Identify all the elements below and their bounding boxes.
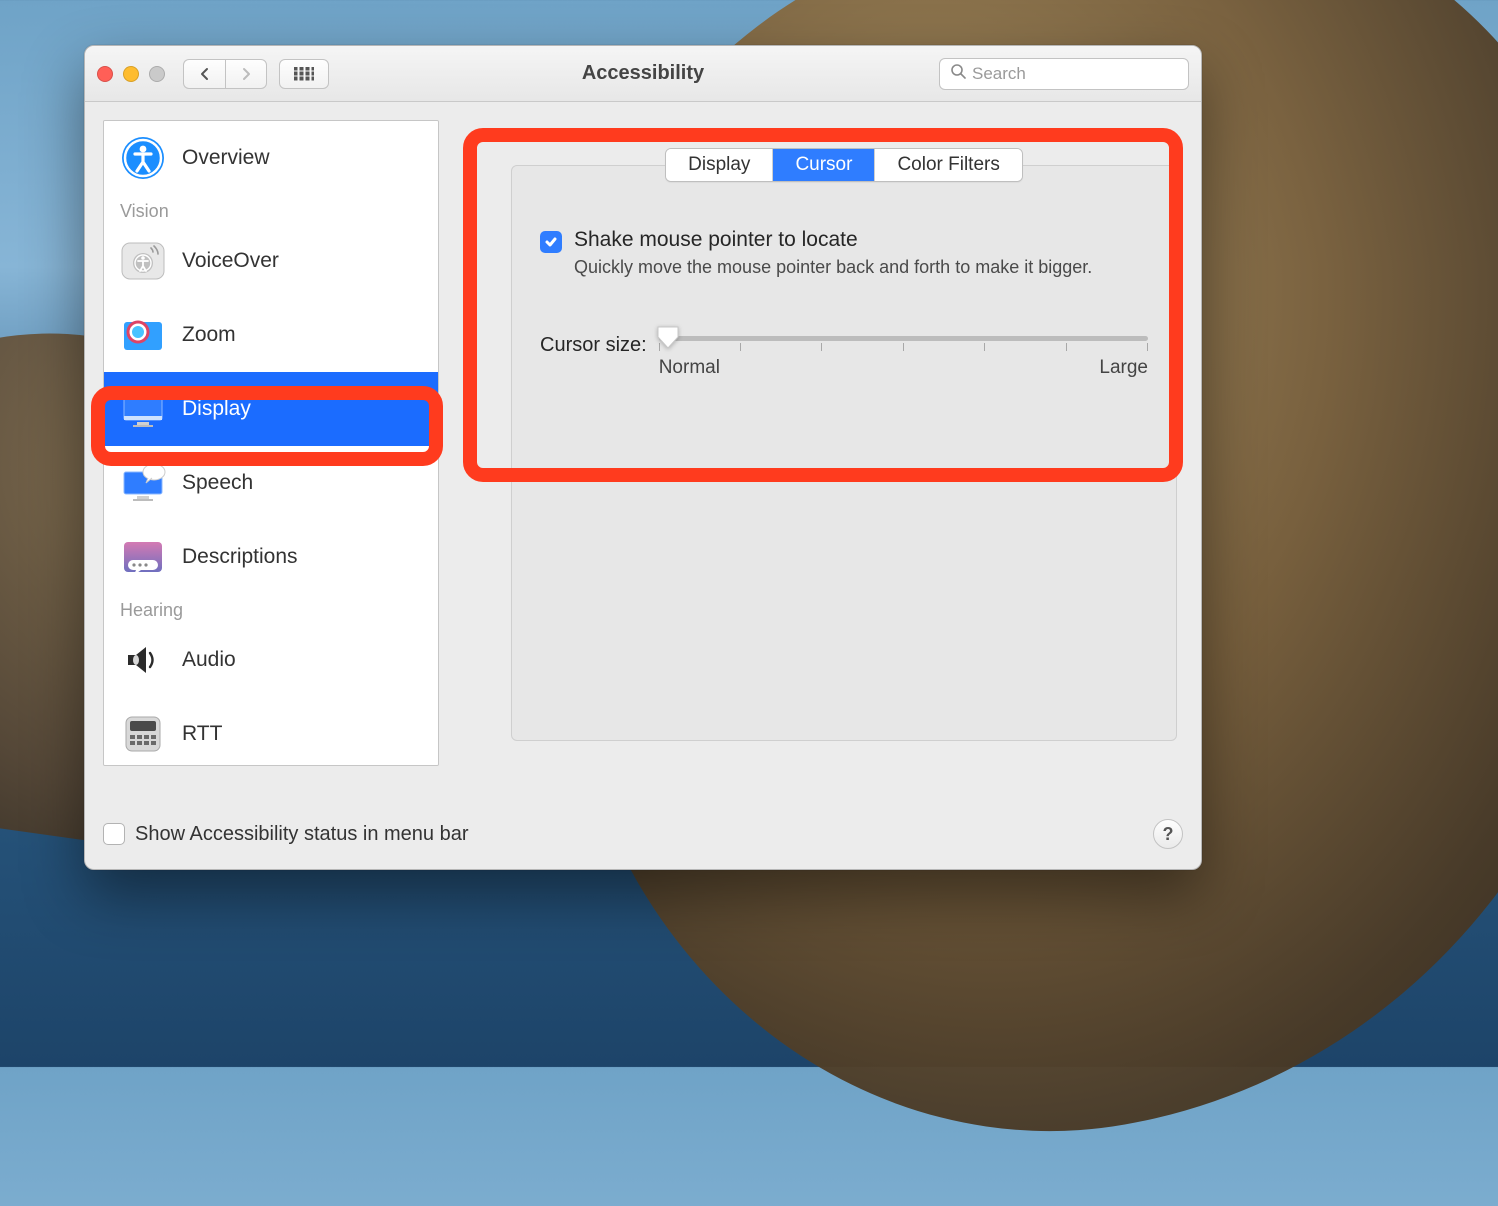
slider-track <box>659 336 1148 341</box>
tab-cursor[interactable]: Cursor <box>773 149 875 181</box>
overview-icon <box>120 135 166 181</box>
forward-button[interactable] <box>225 59 267 89</box>
tab-color-filters[interactable]: Color Filters <box>875 149 1021 181</box>
zoom-icon <box>120 312 166 358</box>
shake-pointer-setting: Shake mouse pointer to locate Quickly mo… <box>540 228 1148 279</box>
status-menubar-label: Show Accessibility status in menu bar <box>135 823 469 846</box>
sidebar-item-voiceover[interactable]: VoiceOver <box>104 224 438 298</box>
shake-pointer-label: Shake mouse pointer to locate <box>574 228 1092 252</box>
audio-icon <box>120 637 166 683</box>
segmented-tabs: Display Cursor Color Filters <box>512 148 1176 182</box>
help-button[interactable]: ? <box>1153 819 1183 849</box>
sidebar-item-rtt[interactable]: RTT <box>104 697 438 766</box>
sidebar-section-hearing: Hearing <box>104 594 438 623</box>
sidebar-item-label: Audio <box>182 648 236 672</box>
shake-pointer-sublabel: Quickly move the mouse pointer back and … <box>574 256 1092 279</box>
slider-labels: Normal Large <box>659 357 1148 379</box>
sidebar: Overview Vision VoiceOver <box>103 120 439 766</box>
main-panel: Display Cursor Color Filters Shake mouse… <box>457 120 1183 851</box>
nav-buttons <box>183 59 267 89</box>
sidebar-section-vision: Vision <box>104 195 438 224</box>
cursor-size-label: Cursor size: <box>540 334 647 357</box>
slider-min-label: Normal <box>659 357 720 379</box>
sidebar-item-zoom[interactable]: Zoom <box>104 298 438 372</box>
check-icon <box>544 235 558 249</box>
close-window-button[interactable] <box>97 66 113 82</box>
status-menubar-checkbox[interactable] <box>103 823 125 845</box>
rtt-icon <box>120 711 166 757</box>
chevron-right-icon <box>239 67 253 81</box>
grid-icon <box>294 67 314 81</box>
traffic-lights <box>97 66 165 82</box>
sidebar-item-label: RTT <box>182 722 222 746</box>
search-field[interactable] <box>939 58 1189 90</box>
cursor-size-slider[interactable]: Normal Large <box>659 334 1148 379</box>
sidebar-item-label: Display <box>182 397 251 421</box>
sidebar-item-audio[interactable]: Audio <box>104 623 438 697</box>
back-button[interactable] <box>183 59 225 89</box>
accessibility-window: Accessibility <box>84 45 1202 870</box>
sidebar-item-label: Speech <box>182 471 253 495</box>
slider-ticks <box>659 343 1148 351</box>
sidebar-item-speech[interactable]: Speech <box>104 446 438 520</box>
titlebar: Accessibility <box>85 46 1201 102</box>
speech-icon <box>120 460 166 506</box>
display-settings-group: Display Cursor Color Filters Shake mouse… <box>511 165 1177 741</box>
footer: Show Accessibility status in menu bar ? <box>103 819 1183 849</box>
voiceover-icon <box>120 238 166 284</box>
sidebar-item-label: Zoom <box>182 323 236 347</box>
tab-display[interactable]: Display <box>666 149 773 181</box>
sidebar-item-label: Overview <box>182 146 270 170</box>
search-input[interactable] <box>972 64 1193 84</box>
sidebar-item-descriptions[interactable]: Descriptions <box>104 520 438 594</box>
descriptions-icon <box>120 534 166 580</box>
sidebar-item-display[interactable]: Display <box>104 372 438 446</box>
sidebar-item-overview[interactable]: Overview <box>104 121 438 195</box>
show-all-button[interactable] <box>279 59 329 89</box>
shake-pointer-checkbox[interactable] <box>540 231 562 253</box>
slider-knob[interactable] <box>655 324 681 350</box>
body-area: Overview Vision VoiceOver <box>85 102 1201 869</box>
display-icon <box>120 386 166 432</box>
sidebar-item-label: Descriptions <box>182 545 298 569</box>
minimize-window-button[interactable] <box>123 66 139 82</box>
sidebar-item-label: VoiceOver <box>182 249 279 273</box>
search-icon <box>950 63 966 84</box>
chevron-left-icon <box>198 67 212 81</box>
shake-pointer-text: Shake mouse pointer to locate Quickly mo… <box>574 228 1092 279</box>
cursor-size-row: Cursor size: Normal <box>540 334 1148 379</box>
slider-max-label: Large <box>1099 357 1148 379</box>
zoom-window-button[interactable] <box>149 66 165 82</box>
